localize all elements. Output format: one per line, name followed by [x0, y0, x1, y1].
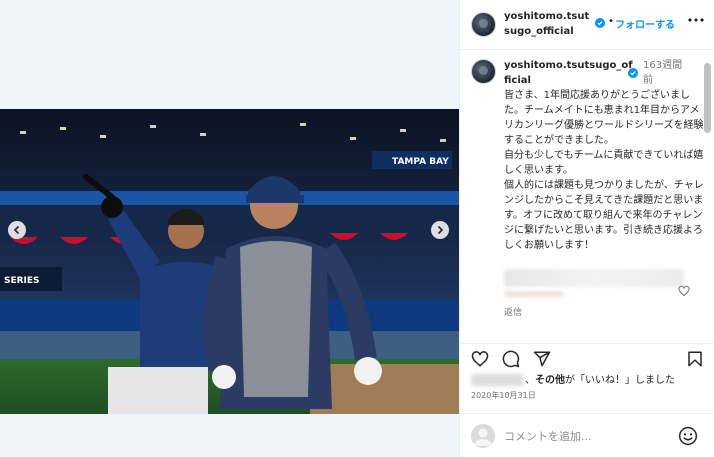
- carousel-next-button[interactable]: [431, 221, 449, 239]
- comments-section[interactable]: yoshitomo.tsutsugo_official 163週間前 皆さま、1…: [460, 51, 714, 343]
- share-button[interactable]: [533, 350, 551, 368]
- comment-bubble-icon: [502, 350, 520, 368]
- blurred-comment-secondary: [504, 291, 564, 297]
- smiley-icon: [678, 426, 698, 446]
- default-avatar-icon: [474, 428, 492, 446]
- caption-username[interactable]: yoshitomo.tsutsugo_official: [504, 58, 634, 88]
- more-horizontal-icon: [688, 18, 704, 22]
- comment-button[interactable]: [502, 350, 520, 368]
- verified-badge-icon: [595, 18, 605, 28]
- chevron-right-icon: [437, 225, 444, 235]
- more-options-button[interactable]: [686, 13, 706, 27]
- chevron-left-icon: [13, 225, 20, 235]
- bookmark-icon: [688, 351, 702, 367]
- comment-input[interactable]: [504, 427, 664, 445]
- author-avatar[interactable]: [471, 12, 496, 37]
- comments-scrollbar[interactable]: [704, 63, 711, 133]
- paper-plane-icon: [533, 351, 551, 367]
- likes-others-link[interactable]: その他: [535, 375, 565, 386]
- caption-timestamp: 163週間前: [643, 60, 683, 86]
- current-user-avatar: [471, 424, 495, 448]
- verified-badge-icon: [628, 68, 638, 78]
- carousel-prev-button[interactable]: [8, 221, 26, 239]
- add-comment-bar: [460, 413, 714, 457]
- emoji-button[interactable]: [678, 426, 698, 446]
- blurred-comment: [504, 269, 684, 287]
- svg-text:TAMPA BAY: TAMPA BAY: [392, 157, 449, 167]
- post-photo-image: TAMPA BAY SERIES: [0, 109, 459, 414]
- likes-text: が「いいね！」しました: [565, 375, 675, 386]
- author-username[interactable]: yoshitomo.tsutsugo_official: [504, 9, 590, 39]
- caption-text: 皆さま、1年間応援ありがとうございました。チームメイトにも恵まれ1年目からアメリ…: [504, 90, 704, 251]
- reply-button[interactable]: 返信: [504, 305, 522, 318]
- post-actions: [460, 343, 714, 373]
- post-side-panel: yoshitomo.tsutsugo_official • フォローする yos…: [459, 0, 714, 457]
- follow-button[interactable]: フォローする: [615, 16, 675, 31]
- heart-icon: [471, 351, 489, 367]
- comment-like-icon[interactable]: [678, 285, 690, 297]
- dot-separator: •: [608, 16, 614, 27]
- blurred-liker-name[interactable]: [471, 374, 523, 386]
- caption-author-avatar[interactable]: [471, 59, 496, 84]
- media-area: TAMPA BAY SERIES: [0, 0, 459, 457]
- likes-separator: 、: [525, 375, 535, 386]
- like-button[interactable]: [471, 350, 489, 368]
- svg-text:SERIES: SERIES: [4, 276, 40, 286]
- likes-summary: 、その他が「いいね！」しました: [471, 373, 675, 389]
- save-button[interactable]: [686, 350, 704, 368]
- post-header: yoshitomo.tsutsugo_official • フォローする: [460, 0, 714, 50]
- post-photo[interactable]: TAMPA BAY SERIES: [0, 109, 459, 414]
- post-date: 2020年10月31日: [471, 391, 536, 400]
